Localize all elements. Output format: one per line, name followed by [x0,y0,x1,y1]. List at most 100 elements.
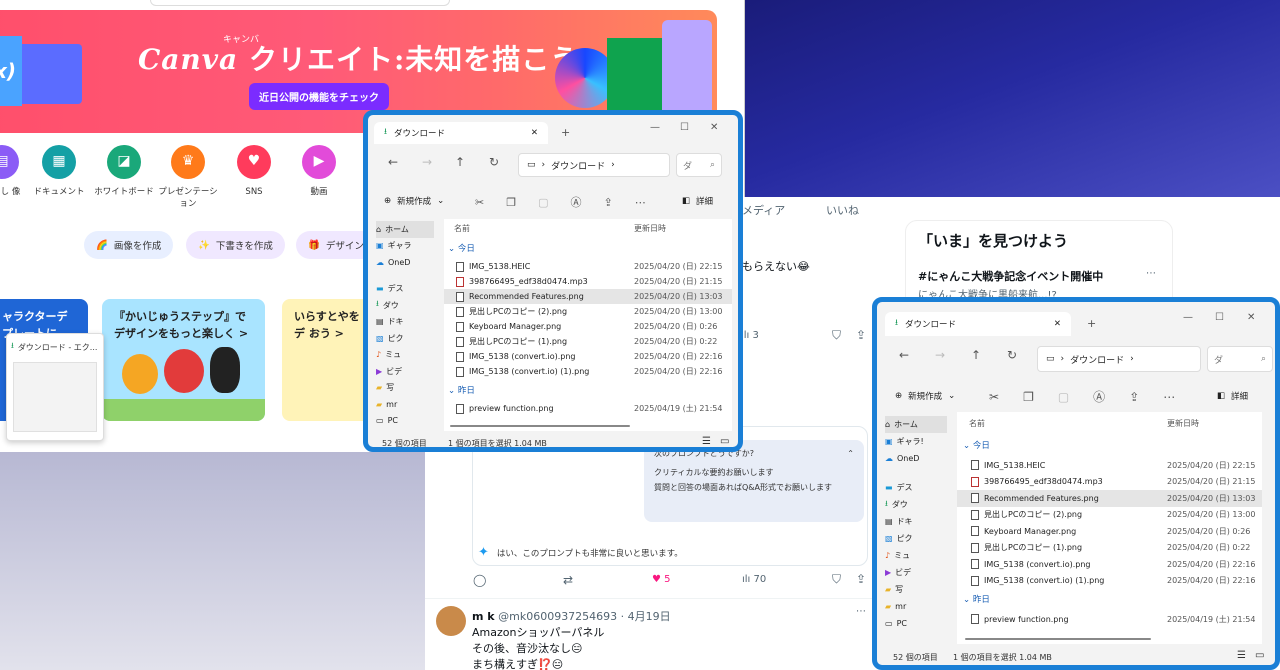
minimize-icon[interactable]: — [1183,312,1193,323]
post-author[interactable]: m k @mk0600937254693 · 4月19日 [472,608,671,624]
bookmark-icon[interactable]: ⛉ [832,328,841,343]
nav-item-music[interactable]: ♪ ミュ [376,347,434,364]
maximize-icon[interactable]: ☐ [680,122,689,133]
group-yesterday[interactable]: ⌄ 昨日 [448,384,475,396]
maximize-icon[interactable]: ☐ [1215,312,1224,323]
file-row-selected[interactable]: Recommended Features.png 2025/04/20 (日) 1… [444,289,732,304]
nav-item-gallery[interactable]: ▣ ギャラ [376,238,434,255]
nav-item-documents[interactable]: ▤ ドキ [885,513,947,530]
more-icon[interactable]: ⋯ [1163,390,1175,404]
nav-item-photos[interactable]: ▰ 写 [885,581,947,598]
more-options-icon[interactable]: ⋯ [1146,268,1156,279]
nav-item-mr[interactable]: ▰ mr [376,396,434,413]
details-view-icon[interactable]: ☰ [1237,650,1246,661]
nav-item-pc[interactable]: ▭ PC [376,413,434,430]
back-icon[interactable]: ← [388,155,398,169]
share-icon[interactable]: ⇪ [604,196,613,209]
file-row[interactable]: 見出しPCのコピー (1).png 2025/04/20 (日) 0:22 [444,334,732,349]
minimize-icon[interactable]: — [650,122,660,133]
horizontal-scrollbar[interactable] [965,638,1151,640]
nav-item-mr[interactable]: ▰ mr [885,598,947,615]
file-row[interactable]: IMG_5138 (convert.io) (1).png 2025/04/20 … [957,573,1262,590]
avatar[interactable] [436,606,466,636]
share-icon[interactable]: ⇪ [1129,390,1139,404]
nav-item-desktop[interactable]: ▬ デス [376,281,434,298]
category-video[interactable]: ▶ 動画 [287,145,351,199]
promo-card-kaiju[interactable]: 『かいじゅうステップ』で デザインをもっと楽しく > [102,299,265,421]
file-row[interactable]: IMG_5138 (convert.io).png 2025/04/20 (日) … [957,556,1262,573]
up-icon[interactable]: ↑ [971,348,981,362]
nav-item-desktop[interactable]: ▬ デス [885,479,947,496]
tab-media[interactable]: メディア [742,202,785,218]
canva-search-bar-edge[interactable] [150,0,450,6]
refresh-icon[interactable]: ↻ [489,155,499,169]
copy-icon[interactable]: ❐ [1023,390,1034,404]
explorer-thumbnail-preview[interactable]: ⭳ ダウンロード - エク... [6,333,104,441]
window-close-icon[interactable]: ✕ [1247,312,1255,323]
analytics-stat[interactable]: ılı 3 [741,330,759,341]
file-row[interactable]: 見出しPCのコピー (2).png 2025/04/20 (日) 13:00 [444,304,732,319]
reply-icon[interactable]: ◯ [473,573,486,587]
forward-icon[interactable]: → [935,348,945,362]
rename-icon[interactable]: Ⓐ [1093,388,1105,405]
nav-item-pictures[interactable]: ▧ ピク [376,330,434,347]
nav-item-music[interactable]: ♪ ミュ [885,547,947,564]
address-bar[interactable]: ▭ › ダウンロード › [518,153,670,177]
views-stat[interactable]: ılı 70 [742,574,766,585]
nav-item-downloads[interactable]: ⭳ ダウ [885,496,947,513]
more-options-icon[interactable]: ⋯ [856,606,866,617]
column-header-date[interactable]: 更新日時 [634,223,666,234]
promo-card-irasutoya[interactable]: いらすとやをデ おう > [282,299,372,421]
cut-icon[interactable]: ✂ [989,390,999,404]
category-document[interactable]: ▦ ドキュメント [27,145,91,199]
nav-item-downloads[interactable]: ⭳ ダウ [376,297,434,314]
explorer-tab[interactable]: ⭳ ダウンロード ✕ [885,312,1071,336]
group-yesterday[interactable]: ⌄ 昨日 [963,593,990,605]
new-button[interactable]: ⊕ 新規作成 ⌄ [384,195,444,207]
column-header-date[interactable]: 更新日時 [1167,418,1199,429]
nav-item-pictures[interactable]: ▧ ピク [885,530,947,547]
retweet-icon[interactable]: ⇄ [563,573,573,587]
share-icon[interactable]: ⇪ [856,572,866,586]
nav-item-photos[interactable]: ▰ 写 [376,380,434,397]
horizontal-scrollbar[interactable] [450,425,630,427]
file-row[interactable]: preview function.png 2025/04/19 (土) 21:54 [444,401,732,416]
nav-item-home[interactable]: ⌂ ホーム [376,221,434,238]
file-row[interactable]: 見出しPCのコピー (2).png 2025/04/20 (日) 13:00 [957,507,1262,524]
trend-tag[interactable]: #にゃんこ大戦争記念イベント開催中 [918,268,1103,284]
like-button[interactable]: ♥ 5 [652,574,671,585]
tiles-view-icon[interactable]: ▭ [1255,650,1264,661]
details-view-icon[interactable]: ☰ [702,436,711,447]
nav-item-gallery[interactable]: ▣ ギャラ! [885,433,947,450]
file-row[interactable]: preview function.png 2025/04/19 (土) 21:54 [957,611,1262,628]
nav-item-home[interactable]: ⌂ ホーム [885,416,947,433]
nav-item-onedrive[interactable]: ☁ OneD [376,254,434,271]
search-input[interactable]: ダ ⌕ [1207,346,1273,372]
address-bar[interactable]: ▭ › ダウンロード › [1037,346,1201,372]
window-close-icon[interactable]: ✕ [710,122,718,133]
nav-item-onedrive[interactable]: ☁ OneD [885,450,947,467]
file-row[interactable]: Keyboard Manager.png 2025/04/20 (日) 0:26 [444,319,732,334]
new-tab-icon[interactable]: + [1087,317,1096,330]
file-row[interactable]: IMG_5138.HEIC 2025/04/20 (日) 22:15 [444,259,732,274]
share-icon[interactable]: ⇪ [856,328,866,342]
file-row[interactable]: IMG_5138.HEIC 2025/04/20 (日) 22:15 [957,457,1262,474]
column-header-name[interactable]: 名前 [454,223,470,234]
file-row-selected[interactable]: Recommended Features.png 2025/04/20 (日) 1… [957,490,1262,507]
new-tab-icon[interactable]: + [561,126,570,139]
tiles-view-icon[interactable]: ▭ [720,436,729,447]
column-header-name[interactable]: 名前 [969,418,985,429]
group-today[interactable]: ⌄ 今日 [963,439,990,451]
paste-icon[interactable]: ▢ [538,196,548,209]
file-row[interactable]: 398766495_edf38d0474.mp3 2025/04/20 (日) 2… [957,474,1262,491]
category-presentation[interactable]: ♛ プレゼンテーション [156,145,220,211]
create-draft-pill[interactable]: ✨ 下書きを作成 [186,231,285,259]
nav-item-documents[interactable]: ▤ ドキ [376,314,434,331]
nav-item-videos[interactable]: ▶ ビデ [376,363,434,380]
copy-icon[interactable]: ❐ [506,196,516,209]
nav-item-pc[interactable]: ▭ PC [885,615,947,632]
file-row[interactable]: Keyboard Manager.png 2025/04/20 (日) 0:26 [957,523,1262,540]
nav-item-videos[interactable]: ▶ ビデ [885,564,947,581]
cut-icon[interactable]: ✂ [475,196,484,209]
close-icon[interactable]: ✕ [531,128,538,138]
